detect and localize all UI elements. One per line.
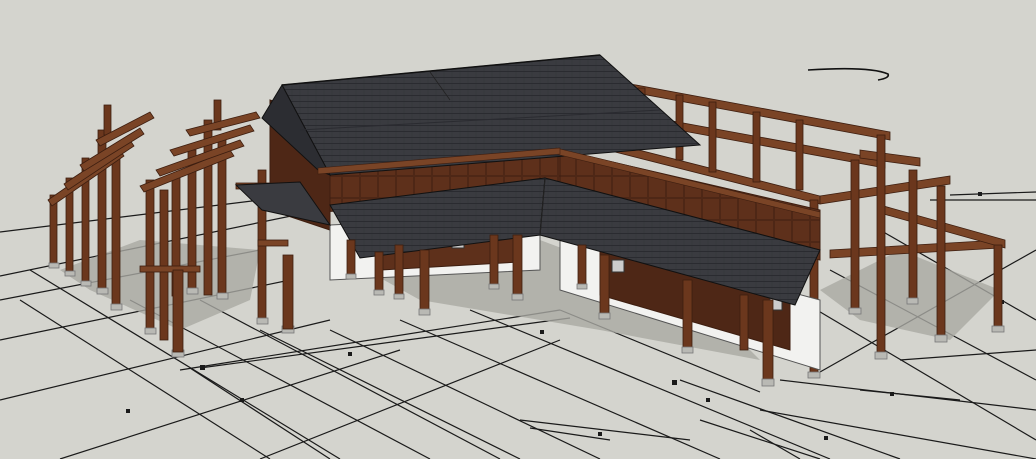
curve-guide-line: [807, 67, 890, 81]
sketchup-viewport[interactable]: [0, 0, 1036, 459]
model-canvas: [0, 54, 1036, 459]
